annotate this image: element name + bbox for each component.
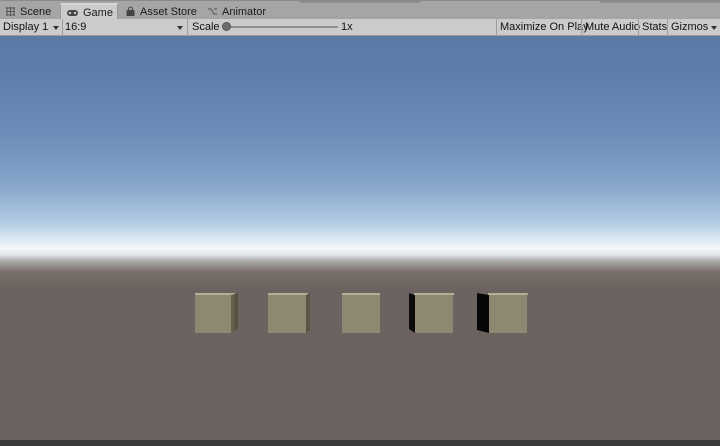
scale-slider-thumb[interactable] — [222, 22, 231, 31]
tab-label: Asset Store — [140, 5, 197, 18]
divider — [496, 19, 497, 35]
divider — [62, 19, 63, 35]
tab-asset-store[interactable]: Asset Store — [120, 3, 200, 20]
cube — [477, 293, 529, 333]
divider — [581, 19, 582, 35]
tab-animator[interactable]: Animator — [202, 3, 272, 20]
cube — [409, 293, 454, 333]
tab-label: Game — [83, 6, 113, 19]
game-view-toolbar: Display 1 16:9 Scale 1x Maximize On Play… — [0, 19, 720, 36]
scale-slider-track[interactable] — [226, 26, 338, 28]
divider — [667, 19, 668, 35]
gamepad-icon — [66, 7, 79, 18]
stats-toggle[interactable]: Stats — [642, 19, 667, 35]
game-viewport[interactable] — [0, 36, 720, 440]
chevron-down-icon — [177, 26, 183, 30]
tab-label: Scene — [20, 5, 52, 18]
divider — [187, 19, 188, 35]
grid-icon — [5, 6, 16, 17]
scale-value: 1x — [341, 21, 353, 33]
display-dropdown[interactable]: Display 1 — [3, 19, 61, 35]
chevron-down-icon — [53, 26, 59, 30]
mute-audio-toggle[interactable]: Mute Audio — [585, 19, 640, 35]
shopping-bag-icon — [125, 6, 136, 17]
gizmos-label: Gizmos — [671, 21, 709, 33]
tab-strip-border — [600, 1, 720, 3]
cube — [195, 293, 243, 333]
scale-label: Scale — [192, 21, 220, 33]
cube — [268, 293, 313, 333]
display-value: Display 1 — [3, 21, 49, 33]
window-bottom-edge — [0, 440, 720, 446]
divider — [638, 19, 639, 35]
maximize-on-play-toggle[interactable]: Maximize On Play — [500, 19, 589, 35]
tab-scene[interactable]: Scene — [0, 3, 60, 20]
gizmos-dropdown[interactable]: Gizmos — [671, 19, 719, 35]
tab-game[interactable]: Game — [60, 3, 118, 20]
chevron-down-icon — [711, 26, 717, 30]
tab-strip: Scene Game Asset Store Animator — [0, 0, 720, 20]
aspect-value: 16:9 — [65, 21, 87, 33]
aspect-ratio-dropdown[interactable]: 16:9 — [65, 19, 186, 35]
animator-icon — [207, 6, 218, 17]
tab-label: Animator — [222, 5, 267, 18]
cube — [342, 293, 382, 333]
tab-strip-border — [300, 1, 420, 3]
unity-game-window: Scene Game Asset Store Animator Display … — [0, 0, 720, 446]
